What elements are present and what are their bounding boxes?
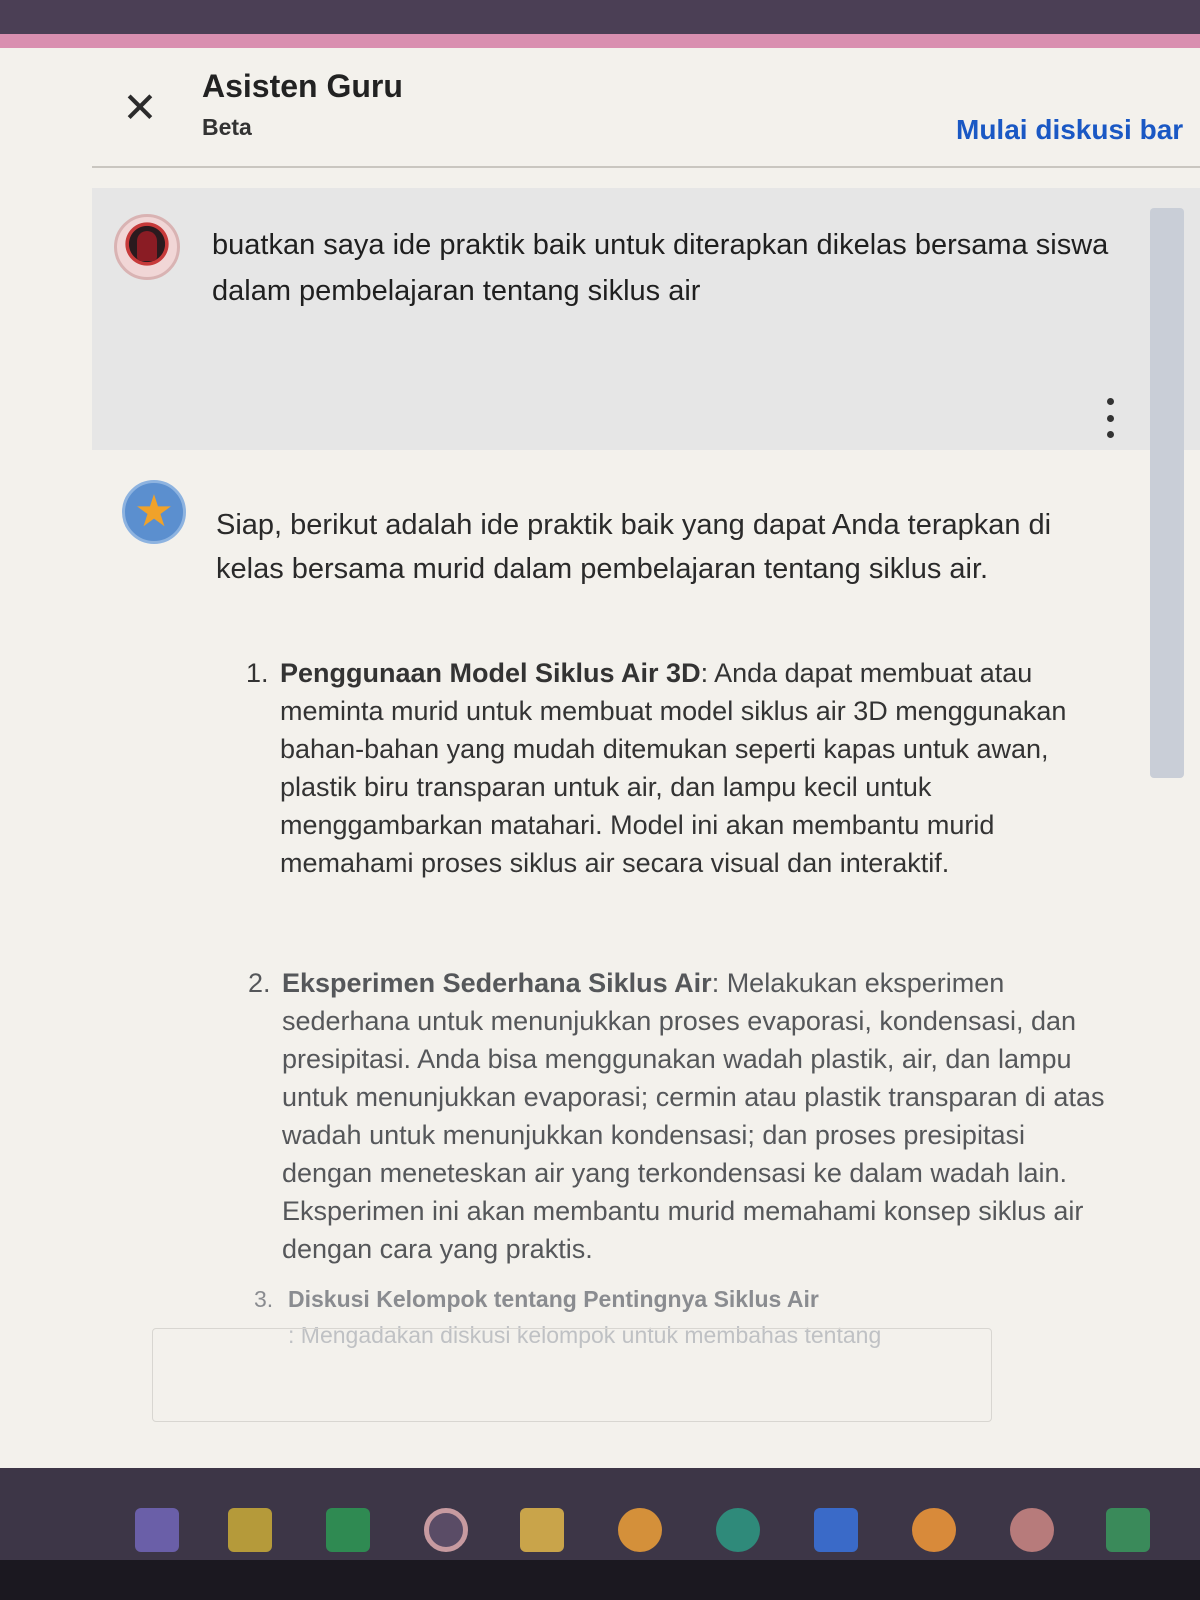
panel-header: ✕ Asisten Guru Beta Mulai diskusi bar xyxy=(0,48,1200,168)
list-item-title: Eksperimen Sederhana Siklus Air xyxy=(282,968,712,998)
app-title: Asisten Guru xyxy=(202,68,403,104)
more-vertical-icon[interactable] xyxy=(1100,398,1120,438)
star-icon: ★ xyxy=(134,486,174,537)
window-accent-strip xyxy=(0,34,1200,48)
user-message: buatkan saya ide praktik baik untuk dite… xyxy=(92,188,1200,450)
scrollbar[interactable] xyxy=(1150,208,1184,778)
file-explorer-icon[interactable] xyxy=(520,1508,564,1552)
excel-icon[interactable] xyxy=(326,1508,370,1552)
beta-badge: Beta xyxy=(202,114,252,140)
list-item: 3. Diskusi Kelompok tentang Pentingnya Si… xyxy=(254,1280,1128,1318)
new-discussion-button[interactable]: Mulai diskusi bar xyxy=(956,114,1200,146)
app-icon[interactable] xyxy=(1106,1508,1150,1552)
list-item-title: Penggunaan Model Siklus Air 3D xyxy=(280,658,701,688)
circle-app-icon[interactable] xyxy=(424,1508,468,1552)
screen-bezel-top xyxy=(0,0,1200,34)
avatar-figure-icon xyxy=(137,231,157,261)
list-item-number: 3. xyxy=(254,1286,274,1312)
list-item-body: : Anda dapat membuat atau meminta murid … xyxy=(280,658,1067,878)
word-icon[interactable] xyxy=(814,1508,858,1552)
user-avatar xyxy=(114,214,180,280)
media-icon[interactable] xyxy=(228,1508,272,1552)
close-button[interactable]: ✕ xyxy=(118,86,162,130)
list-item-title: Diskusi Kelompok tentang Pentingnya Sikl… xyxy=(288,1286,819,1312)
edge-icon[interactable] xyxy=(716,1508,760,1552)
list-item-number: 1. xyxy=(246,658,269,688)
list-item-body: : Melakukan eksperimen sederhana untuk m… xyxy=(282,968,1105,1264)
assistant-avatar: ★ xyxy=(122,480,186,544)
teams-icon[interactable] xyxy=(135,1508,179,1552)
header-divider xyxy=(92,166,1200,168)
chat-input[interactable] xyxy=(152,1328,992,1422)
assistant-panel: ✕ Asisten Guru Beta Mulai diskusi bar bu… xyxy=(0,48,1200,1468)
assistant-intro-text: Siap, berikut adalah ide praktik baik ya… xyxy=(216,509,1052,585)
list-item: 1. Penggunaan Model Siklus Air 3D: Anda d… xyxy=(246,654,1120,882)
list-item-number: 2. xyxy=(248,968,271,998)
chrome-icon[interactable] xyxy=(912,1508,956,1552)
user-message-text: buatkan saya ide praktik baik untuk dite… xyxy=(212,229,1109,307)
screen-bezel-bottom xyxy=(0,1560,1200,1600)
chrome-icon[interactable] xyxy=(618,1508,662,1552)
browser-icon[interactable] xyxy=(1010,1508,1054,1552)
list-item: 2. Eksperimen Sederhana Siklus Air: Melak… xyxy=(248,964,1122,1268)
